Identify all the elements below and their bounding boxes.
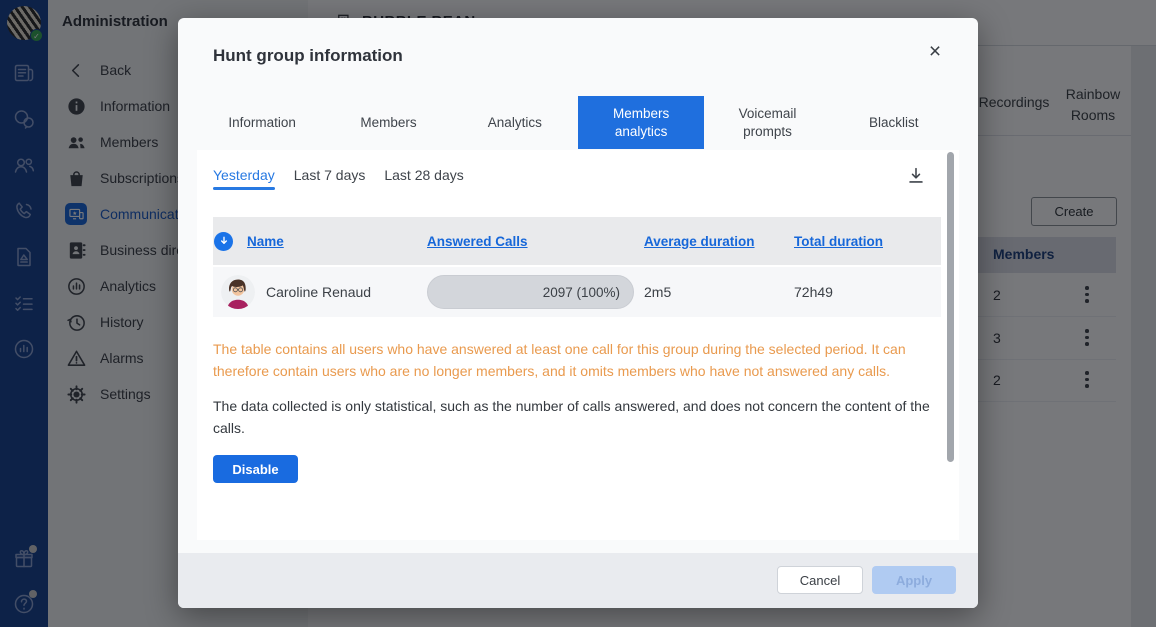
member-name: Caroline Renaud (266, 284, 371, 300)
download-icon[interactable] (905, 165, 927, 187)
analytics-table-header: Name Answered Calls Average duration Tot… (213, 217, 941, 265)
tab-members[interactable]: Members (325, 96, 451, 149)
period-filter: Yesterday Last 7 days Last 28 days (213, 167, 464, 190)
screen: ✓ Administration (0, 0, 1156, 627)
column-total-duration[interactable]: Total duration (790, 234, 941, 249)
column-average-duration[interactable]: Average duration (640, 234, 790, 249)
apply-button[interactable]: Apply (872, 566, 956, 594)
tab-information[interactable]: Information (199, 96, 325, 149)
tab-blacklist[interactable]: Blacklist (831, 96, 957, 149)
table-warning-note: The table contains all users who have an… (213, 339, 937, 382)
period-yesterday[interactable]: Yesterday (213, 167, 275, 190)
cancel-button[interactable]: Cancel (777, 566, 863, 594)
statistics-info-note: The data collected is only statistical, … (213, 396, 937, 439)
modal-scrollbar[interactable] (947, 152, 954, 462)
disable-button[interactable]: Disable (213, 455, 298, 483)
column-name[interactable]: Name (213, 232, 423, 251)
sort-descending-icon[interactable] (214, 232, 233, 251)
tab-members-analytics[interactable]: Members analytics (578, 96, 704, 149)
member-avatar (221, 275, 255, 309)
modal-footer: Cancel Apply (178, 553, 978, 608)
close-icon[interactable]: × (923, 40, 947, 64)
column-answered-calls[interactable]: Answered Calls (423, 234, 640, 249)
tab-voicemail-prompts[interactable]: Voicemail prompts (704, 96, 830, 149)
analytics-table-row: Caroline Renaud 2097 (100%) 2m5 72h49 (213, 267, 941, 317)
hunt-group-modal: Hunt group information × Information Mem… (178, 18, 978, 608)
tab-analytics[interactable]: Analytics (452, 96, 578, 149)
average-duration-value: 2m5 (640, 284, 790, 300)
members-analytics-panel: Yesterday Last 7 days Last 28 days Name … (197, 150, 959, 540)
period-last-28-days[interactable]: Last 28 days (384, 167, 463, 190)
modal-title: Hunt group information (213, 46, 403, 66)
period-last-7-days[interactable]: Last 7 days (294, 167, 366, 190)
total-duration-value: 72h49 (790, 284, 941, 300)
modal-tabs: Information Members Analytics Members an… (199, 96, 957, 149)
answered-calls-bar: 2097 (100%) (427, 275, 634, 309)
